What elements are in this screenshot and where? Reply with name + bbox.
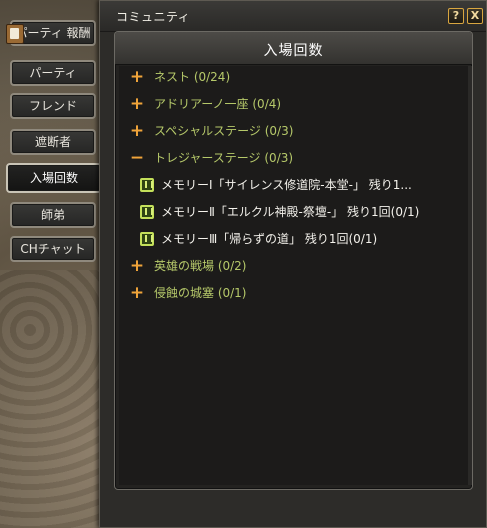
category-label: 英雄の戦場 (0/2)	[154, 259, 247, 273]
tab-party[interactable]: パーティ	[10, 60, 96, 86]
tab-label: フレンド	[28, 99, 77, 113]
tab-label: パーティ 報酬	[15, 26, 91, 40]
collapse-icon[interactable]: −	[129, 150, 145, 167]
category-row-treasure-stage[interactable]: − トレジャーステージ (0/3)	[119, 147, 464, 169]
category-label: ネスト (0/24)	[154, 70, 231, 84]
community-window: コミュニティ ? X 入場回数 + ネスト (0/24) + アドリアーノ一座 …	[99, 0, 487, 528]
list-item-memory-3[interactable]: メモリーⅢ「帰らずの道」 残り1回(0/1)	[119, 228, 464, 250]
category-row-adriano[interactable]: + アドリアーノ一座 (0/4)	[119, 93, 464, 115]
memory-icon	[140, 178, 154, 192]
entry-count-panel: 入場回数 + ネスト (0/24) + アドリアーノ一座 (0/4) + スペシ…	[114, 31, 473, 490]
memory-icon	[140, 232, 154, 246]
reward-icon	[6, 24, 24, 44]
entry-count-list: + ネスト (0/24) + アドリアーノ一座 (0/4) + スペシャルステー…	[119, 66, 468, 485]
tab-blocked[interactable]: 遮断者	[10, 129, 96, 155]
close-icon: X	[470, 9, 480, 22]
expand-icon[interactable]: +	[129, 69, 145, 86]
help-button[interactable]: ?	[448, 8, 464, 24]
window-titlebar[interactable]: コミュニティ ? X	[100, 1, 486, 32]
memory-icon	[140, 205, 154, 219]
category-row-nest[interactable]: + ネスト (0/24)	[119, 66, 464, 88]
window-title: コミュニティ	[116, 10, 191, 24]
category-row-erosion-fortress[interactable]: + 侵蝕の城塞 (0/1)	[119, 282, 464, 304]
category-row-hero-battlefield[interactable]: + 英雄の戦場 (0/2)	[119, 255, 464, 277]
expand-icon[interactable]: +	[129, 258, 145, 275]
item-label: メモリーⅢ「帰らずの道」 残り1回(0/1)	[161, 232, 378, 246]
tab-ch-chat[interactable]: CHチャット	[10, 236, 96, 262]
category-label: アドリアーノ一座 (0/4)	[154, 97, 282, 111]
list-item-memory-2[interactable]: メモリーⅡ「エルクル神殿-祭壇-」 残り1回(0/1)	[119, 201, 464, 223]
tab-label: 入場回数	[29, 171, 78, 185]
expand-icon[interactable]: +	[129, 96, 145, 113]
tab-label: CHチャット	[20, 242, 86, 256]
item-label: メモリーⅠ「サイレンス修道院-本堂-」 残り1...	[161, 178, 412, 192]
item-label: メモリーⅡ「エルクル神殿-祭壇-」 残り1回(0/1)	[161, 205, 420, 219]
list-scrollbar[interactable]	[468, 66, 472, 485]
tab-party-reward[interactable]: パーティ 報酬	[6, 20, 96, 46]
close-button[interactable]: X	[467, 8, 483, 24]
tab-mentor[interactable]: 師弟	[10, 202, 96, 228]
expand-icon[interactable]: +	[129, 123, 145, 140]
category-label: スペシャルステージ (0/3)	[154, 124, 294, 138]
panel-header: 入場回数	[115, 32, 472, 65]
category-label: トレジャーステージ (0/3)	[154, 151, 294, 165]
panel-title: 入場回数	[263, 43, 324, 59]
tab-label: 師弟	[40, 208, 65, 222]
tab-label: 遮断者	[34, 135, 71, 149]
help-icon: ?	[452, 9, 460, 22]
category-label: 侵蝕の城塞 (0/1)	[154, 286, 247, 300]
category-row-special-stage[interactable]: + スペシャルステージ (0/3)	[119, 120, 464, 142]
tab-label: パーティ	[29, 66, 77, 80]
list-item-memory-1[interactable]: メモリーⅠ「サイレンス修道院-本堂-」 残り1...	[119, 174, 464, 196]
tab-entry-count[interactable]: 入場回数	[6, 163, 102, 193]
tab-friend[interactable]: フレンド	[10, 93, 96, 119]
expand-icon[interactable]: +	[129, 285, 145, 302]
